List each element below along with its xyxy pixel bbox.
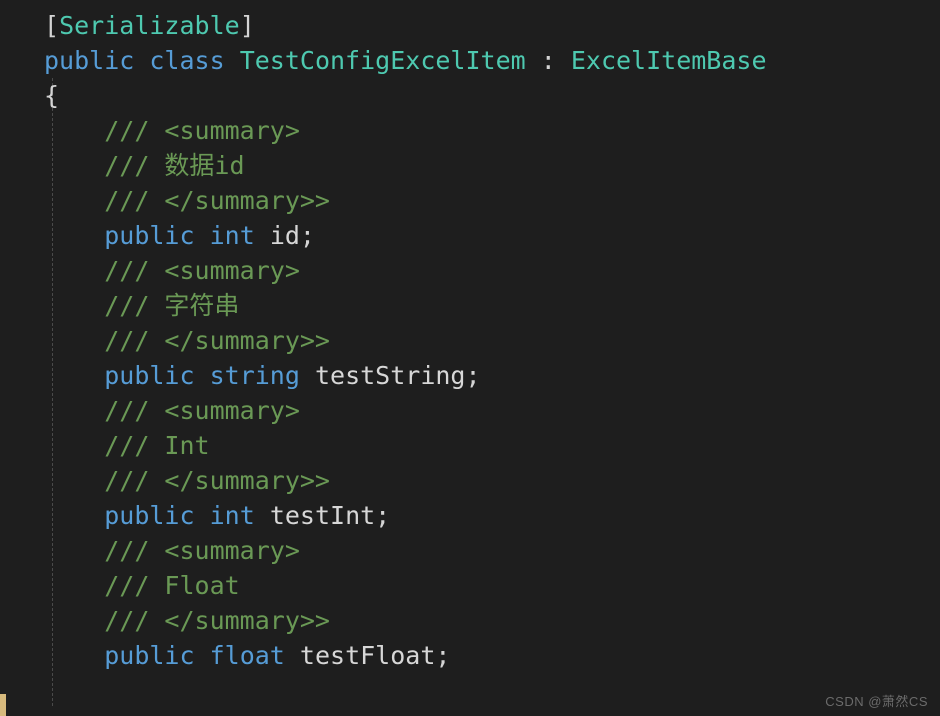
code-token: testInt xyxy=(270,501,375,530)
code-token xyxy=(255,501,270,530)
code-line: /// <summary> xyxy=(44,533,767,568)
code-line: /// <summary> xyxy=(44,393,767,428)
code-line: public int id; xyxy=(44,218,767,253)
code-token xyxy=(44,186,104,215)
code-token: class xyxy=(149,46,224,75)
code-token: public xyxy=(104,641,194,670)
code-token: /// Float xyxy=(104,571,239,600)
code-token: /// <summary> xyxy=(104,396,300,425)
code-token xyxy=(44,326,104,355)
code-token xyxy=(255,221,270,250)
code-token: /// </summary>> xyxy=(104,606,330,635)
code-token xyxy=(195,221,210,250)
code-token: public xyxy=(104,361,194,390)
code-token xyxy=(300,361,315,390)
code-token: string xyxy=(210,361,300,390)
code-token: : xyxy=(526,46,571,75)
code-token: ExcelItemBase xyxy=(571,46,767,75)
code-token xyxy=(44,396,104,425)
code-token: ; xyxy=(375,501,390,530)
code-line: public int testInt; xyxy=(44,498,767,533)
code-token: /// </summary>> xyxy=(104,186,330,215)
code-token: /// 字符串 xyxy=(104,291,239,320)
code-token xyxy=(195,501,210,530)
code-token xyxy=(44,221,104,250)
code-line: public class TestConfigExcelItem : Excel… xyxy=(44,43,767,78)
code-token xyxy=(225,46,240,75)
code-token xyxy=(44,536,104,565)
code-token: public xyxy=(104,501,194,530)
code-token: /// Int xyxy=(104,431,209,460)
code-line: { xyxy=(44,78,767,113)
code-token: testFloat xyxy=(300,641,435,670)
code-token: public xyxy=(44,46,134,75)
code-line: /// Int xyxy=(44,428,767,463)
watermark-text: CSDN @萧然CS xyxy=(825,691,928,710)
code-token xyxy=(285,641,300,670)
code-token: public xyxy=(104,221,194,250)
code-token xyxy=(44,256,104,285)
code-line: /// 数据id xyxy=(44,148,767,183)
code-token xyxy=(44,571,104,600)
code-token: ; xyxy=(435,641,450,670)
code-line: /// <summary> xyxy=(44,113,767,148)
code-token: int xyxy=(210,221,255,250)
code-token: /// <summary> xyxy=(104,116,300,145)
modified-marker xyxy=(0,694,6,716)
code-line: /// </summary>> xyxy=(44,463,767,498)
code-token: [ xyxy=(44,11,59,40)
code-token: TestConfigExcelItem xyxy=(240,46,526,75)
code-token xyxy=(44,431,104,460)
code-token xyxy=(44,291,104,320)
code-token: ; xyxy=(300,221,315,250)
code-editor: [Serializable]public class TestConfigExc… xyxy=(0,0,940,716)
code-token: float xyxy=(210,641,285,670)
code-token xyxy=(44,501,104,530)
code-token: { xyxy=(44,81,59,110)
code-token: testString xyxy=(315,361,466,390)
code-line: /// <summary> xyxy=(44,253,767,288)
code-line: /// </summary>> xyxy=(44,183,767,218)
code-token xyxy=(195,361,210,390)
code-token: /// <summary> xyxy=(104,536,300,565)
code-line: public string testString; xyxy=(44,358,767,393)
code-token xyxy=(44,151,104,180)
code-token xyxy=(44,361,104,390)
code-token xyxy=(195,641,210,670)
code-token: ; xyxy=(465,361,480,390)
code-token: int xyxy=(210,501,255,530)
code-token: /// </summary>> xyxy=(104,466,330,495)
code-line: /// </summary>> xyxy=(44,323,767,358)
code-token: ] xyxy=(240,11,255,40)
code-line: /// 字符串 xyxy=(44,288,767,323)
code-token xyxy=(44,641,104,670)
code-token: id xyxy=(270,221,300,250)
code-token: Serializable xyxy=(59,11,240,40)
code-line: /// Float xyxy=(44,568,767,603)
code-line: public float testFloat; xyxy=(44,638,767,673)
code-token xyxy=(44,466,104,495)
code-block: [Serializable]public class TestConfigExc… xyxy=(0,0,767,673)
code-token xyxy=(44,606,104,635)
code-token xyxy=(44,116,104,145)
code-token xyxy=(134,46,149,75)
code-token: /// 数据id xyxy=(104,151,244,180)
code-line: /// </summary>> xyxy=(44,603,767,638)
code-token: /// </summary>> xyxy=(104,326,330,355)
code-line: [Serializable] xyxy=(44,8,767,43)
code-token: /// <summary> xyxy=(104,256,300,285)
